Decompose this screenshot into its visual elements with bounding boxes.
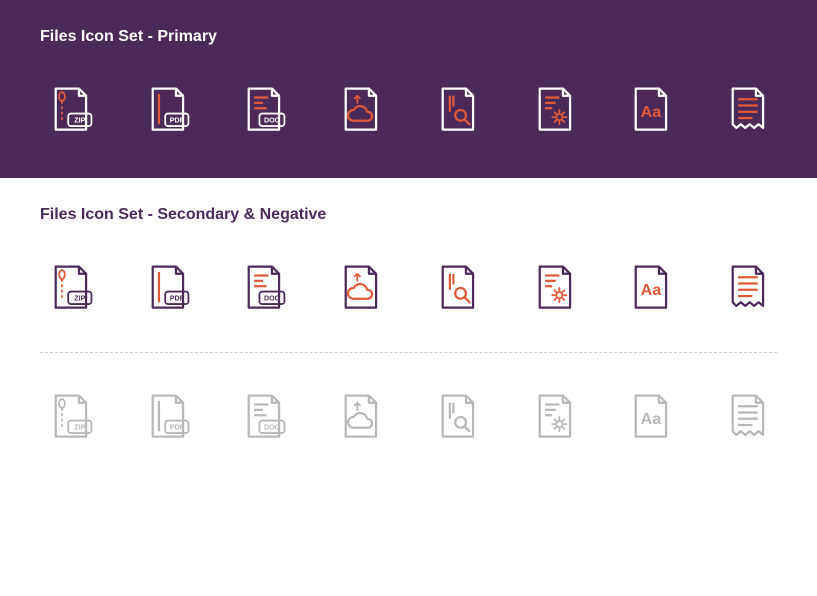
file-receipt-icon xyxy=(717,260,777,316)
svg-text:ZIP: ZIP xyxy=(74,295,85,303)
secondary-section: Files Icon Set - Secondary & Negative ZI… xyxy=(0,178,817,485)
primary-icon-row: ZIP PDF DOC xyxy=(40,82,777,138)
file-zip-icon: ZIP xyxy=(40,260,100,316)
file-font-icon: Aa xyxy=(620,82,680,138)
svg-text:Aa: Aa xyxy=(641,410,663,428)
negative-icon-row: ZIP PDF DOC xyxy=(40,389,777,445)
file-search-icon xyxy=(427,82,487,138)
file-cloud-icon xyxy=(330,260,390,316)
svg-text:DOC: DOC xyxy=(264,424,280,432)
file-receipt-icon xyxy=(717,82,777,138)
file-zip-icon: ZIP xyxy=(40,82,100,138)
file-font-icon: Aa xyxy=(620,389,680,445)
file-pdf-icon: PDF xyxy=(137,260,197,316)
file-search-icon xyxy=(427,389,487,445)
file-doc-icon: DOC xyxy=(233,260,293,316)
file-zip-icon: ZIP xyxy=(40,389,100,445)
file-pdf-icon: PDF xyxy=(137,82,197,138)
file-doc-icon: DOC xyxy=(233,389,293,445)
file-search-icon xyxy=(427,260,487,316)
file-receipt-icon xyxy=(717,389,777,445)
primary-section: Files Icon Set - Primary ZIP PDF DOC xyxy=(0,0,817,178)
file-settings-icon xyxy=(524,82,584,138)
file-font-icon: Aa xyxy=(620,260,680,316)
svg-text:ZIP: ZIP xyxy=(74,424,85,432)
secondary-title: Files Icon Set - Secondary & Negative xyxy=(40,206,777,224)
svg-text:Aa: Aa xyxy=(641,281,663,299)
file-settings-icon xyxy=(524,260,584,316)
svg-text:PDF: PDF xyxy=(169,295,184,303)
svg-text:DOC: DOC xyxy=(264,295,280,303)
svg-text:DOC: DOC xyxy=(264,117,280,125)
file-cloud-icon xyxy=(330,82,390,138)
primary-title: Files Icon Set - Primary xyxy=(40,28,777,46)
file-cloud-icon xyxy=(330,389,390,445)
file-settings-icon xyxy=(524,389,584,445)
secondary-icon-row: ZIP PDF DOC xyxy=(40,260,777,316)
svg-text:Aa: Aa xyxy=(641,103,663,121)
svg-text:ZIP: ZIP xyxy=(74,117,85,125)
file-pdf-icon: PDF xyxy=(137,389,197,445)
file-doc-icon: DOC xyxy=(233,82,293,138)
svg-text:PDF: PDF xyxy=(169,424,184,432)
svg-text:PDF: PDF xyxy=(169,117,184,125)
divider xyxy=(40,352,777,353)
